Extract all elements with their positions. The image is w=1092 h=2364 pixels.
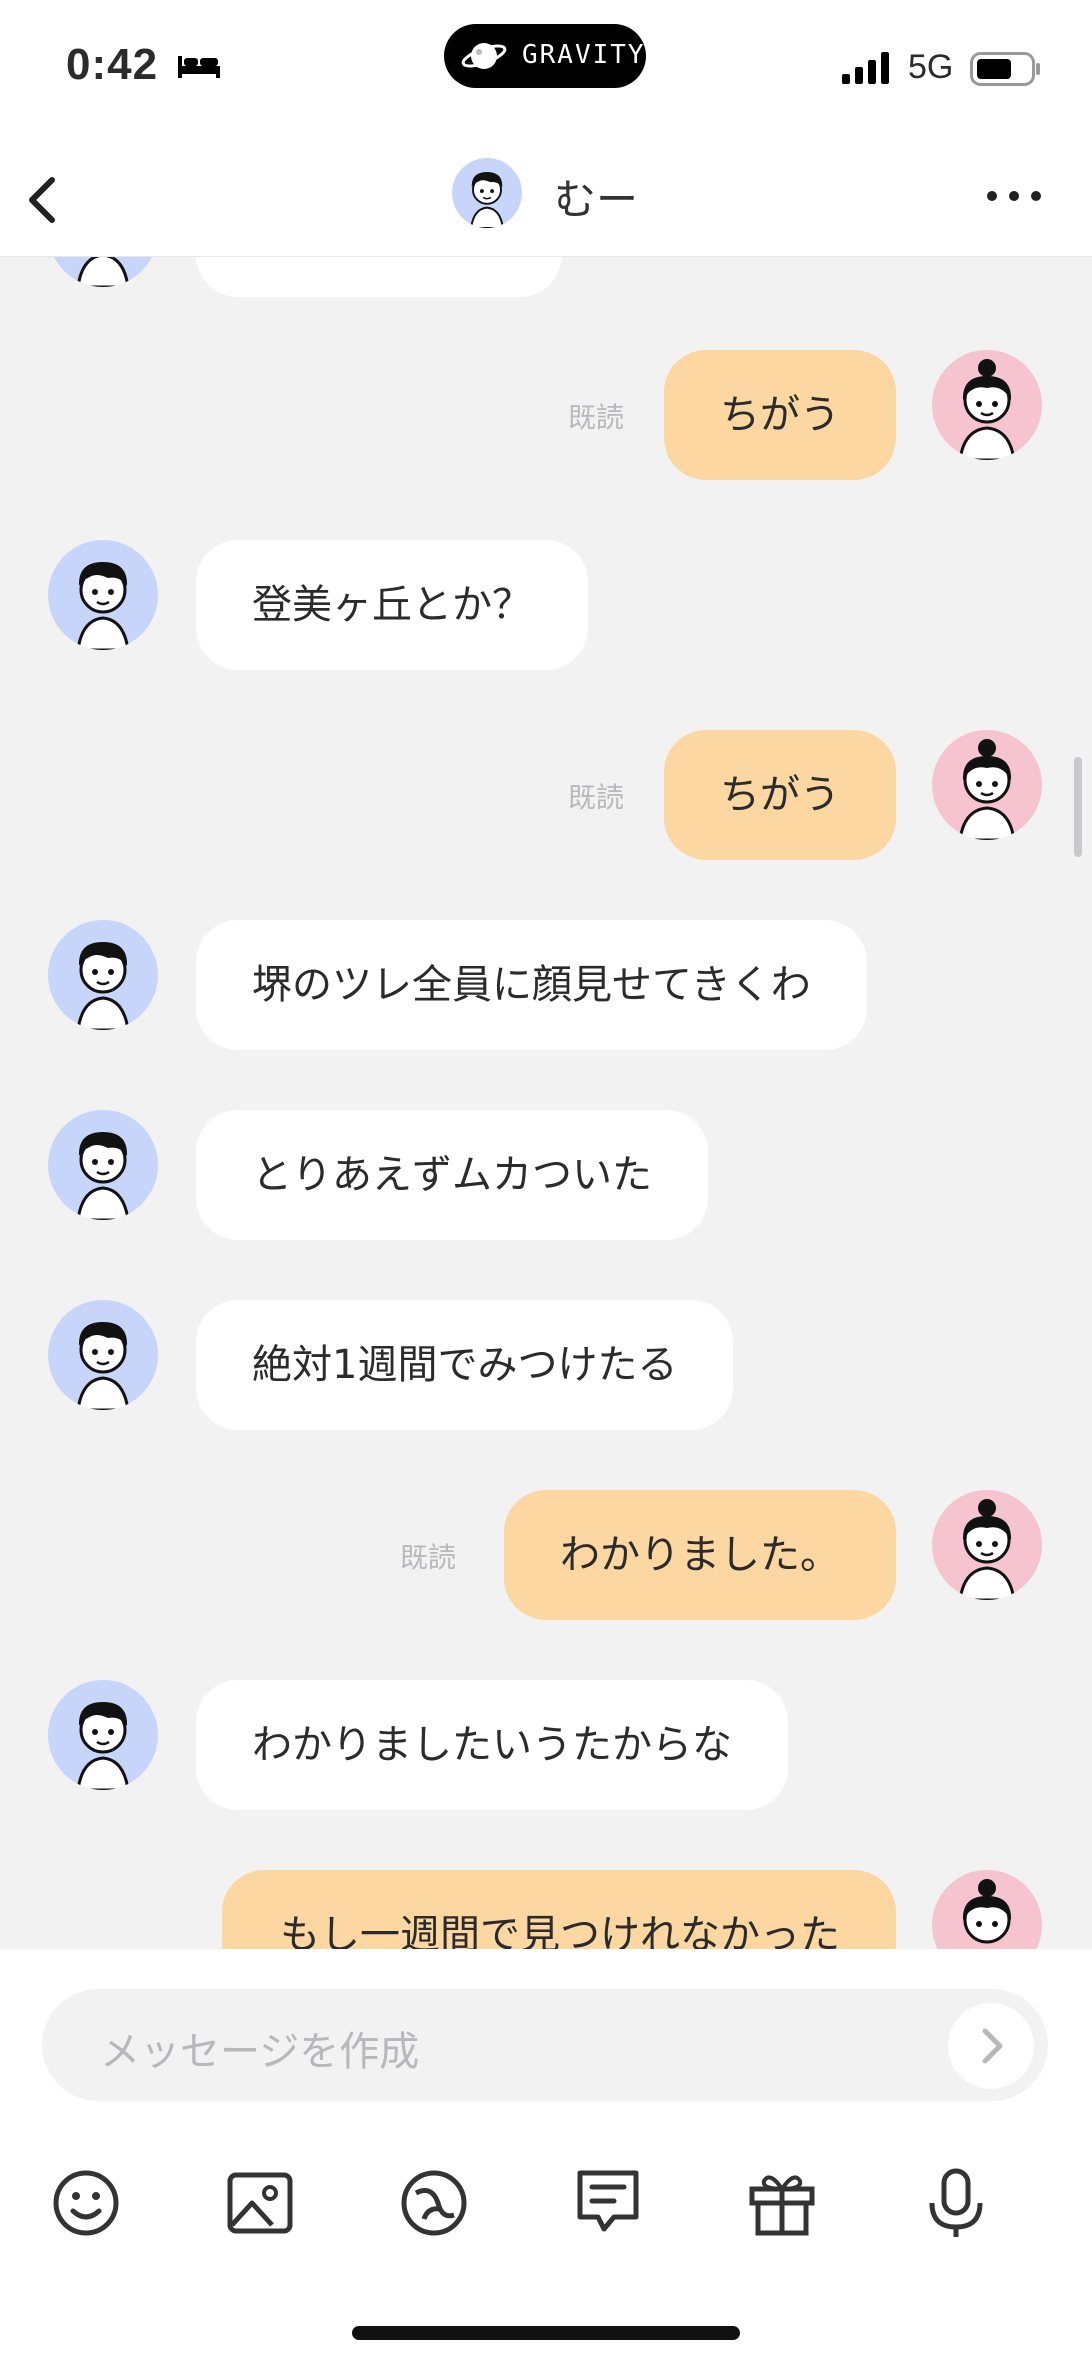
chat-header: むー — [0, 140, 1092, 257]
my-avatar[interactable] — [932, 730, 1042, 840]
gift-icon[interactable] — [742, 2163, 822, 2243]
message-input-placeholder: メッセージを作成 — [100, 2029, 420, 2075]
boy-avatar-icon — [76, 1132, 130, 1220]
message-bubble[interactable]: もし一週間で見つけれなかった — [222, 1870, 896, 1949]
send-button[interactable] — [948, 2003, 1034, 2089]
sleep-focus-icon — [178, 56, 220, 78]
my-avatar[interactable] — [932, 1490, 1042, 1600]
girl-avatar-icon — [958, 359, 1016, 460]
my-avatar[interactable] — [932, 1870, 1042, 1949]
read-receipt: 既読 — [568, 401, 625, 434]
message-bubble[interactable] — [196, 257, 562, 297]
island-brand: GRAVITY — [522, 40, 646, 70]
read-receipt: 既読 — [568, 781, 625, 814]
girl-avatar-icon — [958, 739, 1016, 840]
sender-avatar[interactable] — [48, 1110, 158, 1220]
dynamic-island: GRAVITY — [444, 24, 646, 88]
message-bubble[interactable]: 絶対1週間でみつけたる — [196, 1300, 734, 1430]
chevron-right-icon — [982, 2028, 1003, 2064]
sender-avatar[interactable] — [48, 920, 158, 1030]
message-bubble[interactable]: わかりましたいうたからな — [196, 1680, 788, 1810]
home-indicator[interactable] — [352, 2326, 740, 2340]
chat-template-icon[interactable] — [568, 2163, 648, 2243]
chat-partner-name: むー — [554, 175, 639, 224]
back-arrow-icon[interactable] — [14, 158, 74, 238]
sender-avatar[interactable] — [48, 540, 158, 650]
girl-avatar-icon — [958, 1499, 1016, 1600]
microphone-icon[interactable] — [916, 2163, 996, 2243]
girl-avatar-icon — [962, 1879, 1012, 1944]
sender-avatar[interactable] — [48, 1300, 158, 1410]
message-bubble[interactable]: ちがう — [664, 350, 896, 480]
battery-icon — [970, 52, 1040, 86]
boy-avatar-icon — [470, 172, 504, 228]
cellular-signal-icon — [842, 52, 889, 84]
boy-avatar-icon — [76, 1322, 130, 1410]
boy-avatar-icon — [76, 1702, 130, 1790]
boy-avatar-icon — [76, 562, 130, 650]
emoji-ball-icon[interactable] — [394, 2163, 474, 2243]
smile-icon[interactable] — [46, 2163, 126, 2243]
message-bubble[interactable]: ちがう — [664, 730, 896, 860]
message-list[interactable]: 既読 ちがう 登美ヶ丘とか？ 既読 ちがう 堺のツレ全員に顔見せてきくわ とりあ… — [0, 257, 1092, 1949]
scrollbar[interactable] — [1074, 757, 1082, 857]
planet-logo-icon — [461, 43, 507, 69]
my-avatar[interactable] — [932, 350, 1042, 460]
sender-avatar[interactable] — [48, 257, 158, 287]
message-bubble[interactable]: わかりました。 — [504, 1490, 896, 1620]
boy-avatar-icon — [76, 942, 130, 1030]
message-bubble[interactable]: とりあえずムカついた — [196, 1110, 708, 1240]
network-type: 5G — [908, 48, 954, 86]
message-bubble[interactable]: 堺のツレ全員に顔見せてきくわ — [196, 920, 867, 1050]
message-bubble[interactable]: 登美ヶ丘とか？ — [196, 540, 588, 670]
sender-avatar[interactable] — [48, 1680, 158, 1790]
more-options-icon[interactable] — [984, 184, 1044, 208]
status-bar: 0:42 GRAVITY 5G — [0, 0, 1092, 140]
message-input[interactable]: メッセージを作成 — [42, 1989, 1048, 2101]
composer-area: メッセージを作成 — [0, 1949, 1092, 2364]
status-time: 0:42 — [66, 40, 159, 89]
chat-partner-avatar[interactable] — [452, 158, 522, 228]
boy-avatar-icon — [76, 257, 130, 287]
read-receipt: 既読 — [400, 1541, 457, 1574]
image-icon[interactable] — [220, 2163, 300, 2243]
